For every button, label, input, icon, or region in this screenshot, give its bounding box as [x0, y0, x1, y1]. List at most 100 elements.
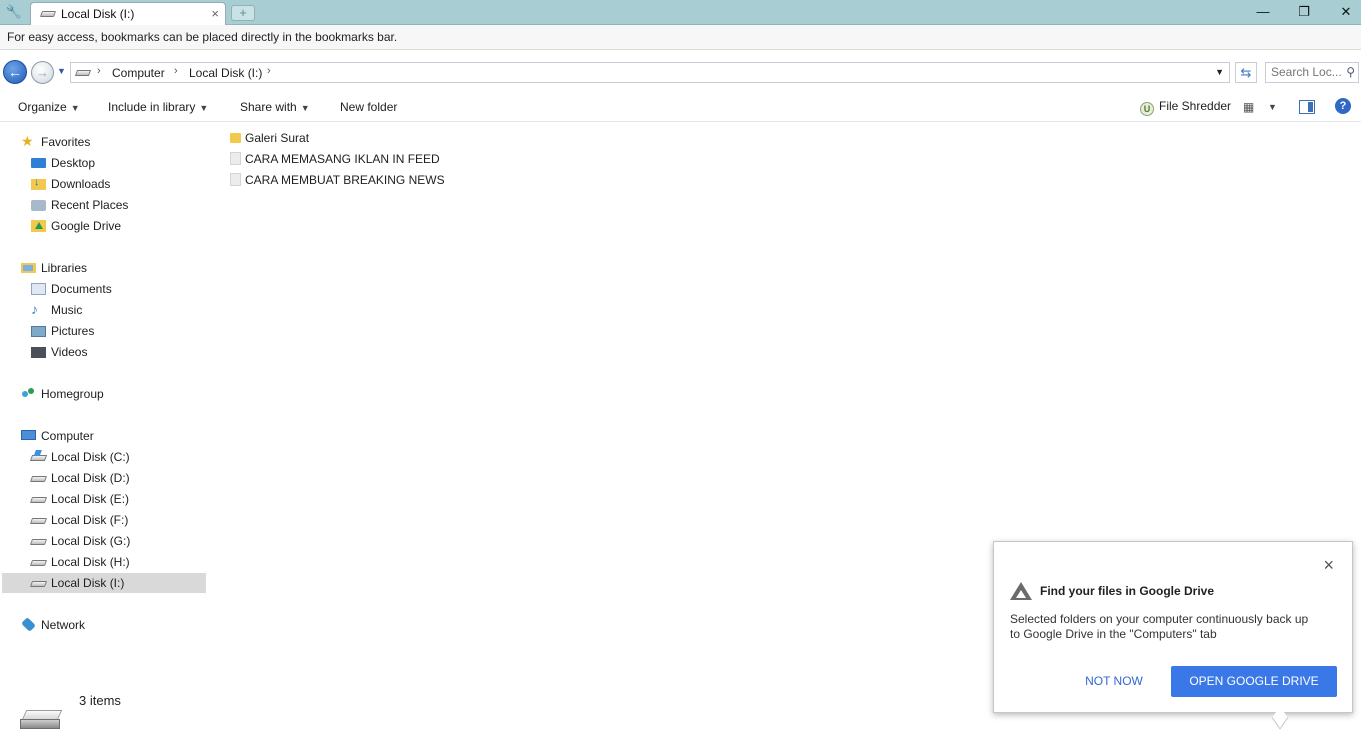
nav-music[interactable]: ♪ Music [31, 300, 201, 320]
view-dropdown-icon[interactable]: ▼ [1268, 102, 1277, 112]
refresh-icon[interactable]: ⇆ [1235, 62, 1257, 83]
forward-button[interactable]: → [31, 61, 54, 84]
network-icon [21, 617, 36, 632]
new-tab-button[interactable]: + [231, 5, 255, 21]
view-options-icon[interactable]: ▦ [1243, 100, 1254, 114]
file-shredder-button[interactable]: U File Shredder [1140, 99, 1231, 116]
nav-label: Local Disk (D:) [51, 471, 130, 485]
tab-close-icon[interactable]: × [211, 6, 219, 21]
file-row[interactable]: CARA MEMASANG IKLAN IN FEED [226, 149, 626, 169]
computer-icon [21, 430, 36, 440]
navigation-pane: ★ Favorites Desktop Downloads Recent Pla… [0, 130, 210, 690]
bookmarks-hint: For easy access, bookmarks can be placed… [7, 30, 398, 44]
new-folder-button[interactable]: New folder [340, 100, 397, 114]
nav-recent-places[interactable]: Recent Places [31, 195, 201, 215]
star-icon: ★ [21, 133, 34, 149]
browser-tab[interactable]: Local Disk (I:) × [30, 2, 226, 25]
command-bar: Organize ▼ Include in library ▼ Share with… [0, 92, 1361, 122]
item-count: 3 items [79, 693, 121, 708]
breadcrumb-separator[interactable]: › [174, 65, 178, 77]
breadcrumb-computer[interactable]: Computer [112, 66, 165, 80]
organize-button[interactable]: Organize ▼ [18, 100, 80, 114]
preview-pane-icon[interactable] [1299, 100, 1315, 114]
include-in-library-button[interactable]: Include in library ▼ [108, 100, 208, 114]
help-icon[interactable]: ? [1335, 98, 1351, 114]
nav-local-disk-h[interactable]: Local Disk (H:) [29, 552, 201, 572]
nav-label: Libraries [41, 261, 88, 275]
browser-titlebar: 🔧 Local Disk (I:) × + — ❐ ✕ [0, 0, 1361, 25]
nav-computer[interactable]: Computer [21, 426, 201, 446]
nav-local-disk-e[interactable]: Local Disk (E:) [29, 489, 201, 509]
breadcrumb-separator[interactable]: › [97, 65, 101, 77]
back-button[interactable]: ← [3, 60, 27, 84]
nav-desktop[interactable]: Desktop [31, 153, 201, 173]
nav-google-drive[interactable]: Google Drive [31, 216, 201, 236]
recent-pages-dropdown[interactable]: ▼ [57, 66, 66, 76]
desktop-icon [31, 158, 46, 168]
nav-pictures[interactable]: Pictures [31, 321, 201, 341]
file-name: CARA MEMBUAT BREAKING NEWS [245, 173, 445, 187]
drive-icon [74, 70, 92, 76]
nav-label: Local Disk (G:) [51, 534, 131, 548]
drive-icon [29, 560, 48, 566]
address-dropdown-icon[interactable]: ▼ [1215, 67, 1224, 77]
close-window-button[interactable]: ✕ [1331, 3, 1361, 21]
pictures-icon [31, 326, 46, 337]
open-google-drive-button[interactable]: OPEN GOOGLE DRIVE [1171, 666, 1337, 697]
popup-body: Selected folders on your computer contin… [1010, 612, 1309, 641]
file-row[interactable]: CARA MEMBUAT BREAKING NEWS [226, 170, 626, 190]
search-box[interactable]: ⚲ [1265, 62, 1359, 83]
search-icon[interactable]: ⚲ [1346, 65, 1355, 79]
address-bar[interactable]: › Computer › Local Disk (I:) › ▼ [70, 62, 1230, 83]
nav-local-disk-i[interactable]: Local Disk (I:) [2, 573, 206, 593]
drive-icon [29, 539, 48, 545]
downloads-icon [31, 176, 46, 190]
tab-title: Local Disk (I:) [61, 7, 135, 21]
drive-icon [29, 581, 48, 587]
nav-label: Local Disk (H:) [51, 555, 130, 569]
nav-local-disk-g[interactable]: Local Disk (G:) [29, 531, 201, 551]
google-drive-popup: × Find your files in Google Drive Select… [993, 541, 1353, 713]
file-row[interactable]: Galeri Surat [226, 128, 626, 148]
system-drive-icon [29, 455, 48, 461]
nav-network[interactable]: Network [21, 615, 201, 635]
nav-videos[interactable]: Videos [31, 342, 201, 362]
drive-icon [29, 476, 48, 482]
nav-local-disk-f[interactable]: Local Disk (F:) [29, 510, 201, 530]
share-with-button[interactable]: Share with ▼ [240, 100, 310, 114]
close-icon[interactable]: × [1323, 556, 1334, 574]
music-icon: ♪ [31, 301, 38, 317]
videos-icon [31, 347, 46, 358]
popup-title: Find your files in Google Drive [1040, 584, 1215, 598]
nav-favorites[interactable]: ★ Favorites [21, 132, 201, 152]
file-list: Galeri Surat CARA MEMASANG IKLAN IN FEED… [226, 130, 826, 210]
nav-homegroup[interactable]: Homegroup [21, 384, 201, 404]
status-drive-icon [20, 710, 63, 730]
nav-local-disk-d[interactable]: Local Disk (D:) [29, 468, 201, 488]
nav-downloads[interactable]: Downloads [31, 174, 201, 194]
chevron-down-icon: ▼ [70, 103, 80, 113]
nav-label: Homegroup [41, 387, 104, 401]
documents-icon [31, 283, 46, 295]
breadcrumb-separator[interactable]: › [267, 65, 271, 77]
homegroup-icon [21, 387, 36, 401]
wrench-icon[interactable]: 🔧 [4, 3, 24, 21]
nav-documents[interactable]: Documents [31, 279, 201, 299]
file-name: Galeri Surat [245, 131, 310, 145]
nav-label: Desktop [51, 156, 96, 170]
address-row: ← → ▼ › Computer › Local Disk (I:) › ▼ ⇆… [0, 58, 1361, 88]
nav-local-disk-c[interactable]: Local Disk (C:) [29, 447, 201, 467]
search-input[interactable] [1271, 65, 1343, 79]
drive-icon [29, 518, 48, 524]
bookmarks-bar: For easy access, bookmarks can be placed… [0, 25, 1361, 50]
nav-label: Local Disk (C:) [51, 450, 130, 464]
nav-label: Downloads [51, 177, 111, 191]
nav-libraries[interactable]: Libraries [21, 258, 201, 278]
nav-label: Local Disk (I:) [51, 576, 125, 590]
nav-label: Favorites [41, 135, 91, 149]
not-now-button[interactable]: NOT NOW [1072, 666, 1156, 696]
file-icon [230, 173, 241, 186]
breadcrumb-local-disk-i[interactable]: Local Disk (I:) [189, 66, 262, 80]
restore-button[interactable]: ❐ [1289, 3, 1319, 21]
minimize-button[interactable]: — [1248, 3, 1278, 21]
